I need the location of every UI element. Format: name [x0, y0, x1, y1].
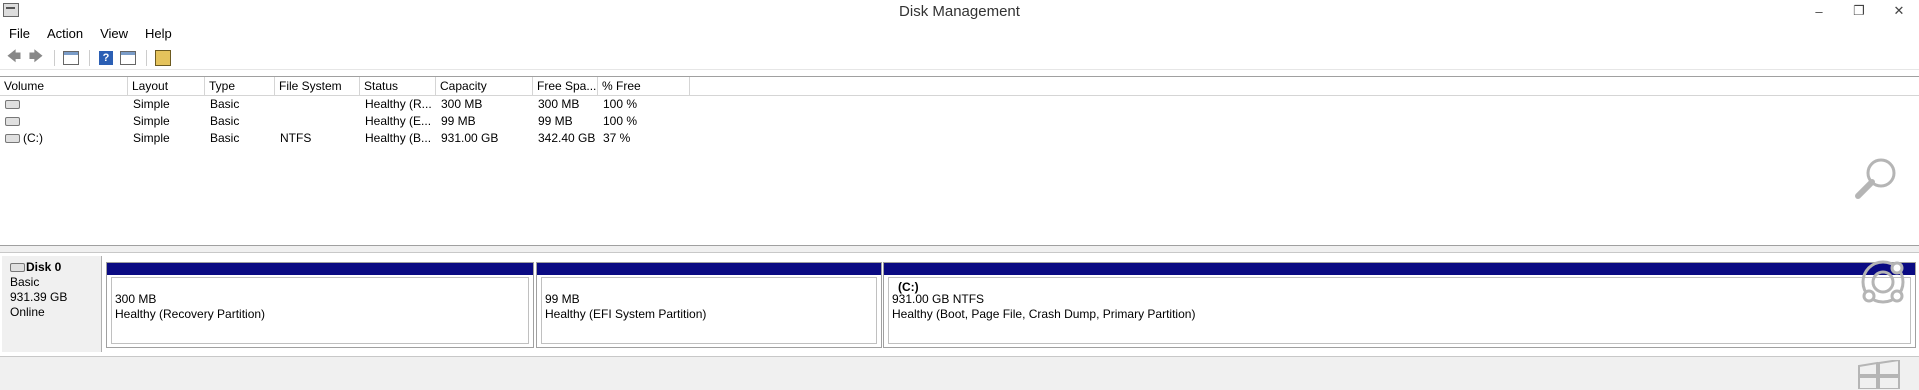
partition-bar	[107, 263, 533, 275]
status-cell: Healthy (B...	[365, 131, 432, 145]
menu-bar: File Action View Help	[0, 24, 1919, 44]
layout-cell: Simple	[133, 131, 170, 145]
windows-logo-icon	[1858, 360, 1900, 389]
partition-body: (C:) 931.00 GB NTFS Healthy (Boot, Page …	[888, 277, 1911, 344]
close-button[interactable]: ✕	[1879, 0, 1919, 22]
disk-map: Disk 0 Basic 931.39 GB Online 300 MB Hea…	[0, 253, 1919, 355]
column-file-system[interactable]: File System	[275, 77, 360, 95]
partition-name: (C:)	[898, 280, 919, 294]
percent-free-cell: 100 %	[603, 114, 638, 128]
partition-strip: 300 MB Healthy (Recovery Partition) 99 M…	[104, 262, 1916, 350]
drive-icon	[5, 117, 20, 127]
title-bar: Disk Management – ❐ ✕	[0, 0, 1919, 24]
column-type[interactable]: Type	[205, 77, 275, 95]
toolbar-separator	[89, 49, 90, 66]
column-volume[interactable]: Volume	[0, 77, 128, 95]
column-percent-free[interactable]: % Free	[598, 77, 690, 95]
type-cell: Basic	[210, 114, 240, 128]
percent-free-cell: 37 %	[603, 131, 631, 145]
free-space-cell: 300 MB	[538, 97, 580, 111]
forward-icon[interactable]: 🡆	[26, 48, 46, 67]
disk-name-text: Disk 0	[26, 260, 62, 274]
file-system-cell	[275, 96, 360, 113]
pane-splitter[interactable]	[0, 246, 1919, 253]
volume-cell: (C:)	[0, 130, 128, 147]
partition-size: 931.00 GB NTFS	[892, 292, 985, 306]
partition-status: Healthy (Recovery Partition)	[115, 307, 266, 321]
capacity-cell: 931.00 GB	[441, 131, 499, 145]
table-row[interactable]: (C:) Simple Basic NTFS Healthy (B... 931…	[0, 130, 1919, 147]
menu-file[interactable]: File	[0, 24, 38, 44]
disk-info[interactable]: Disk 0 Basic 931.39 GB Online	[2, 256, 102, 352]
layout-cell: Simple	[133, 114, 170, 128]
free-space-cell: 342.40 GB	[538, 131, 596, 145]
status-cell: Healthy (E...	[365, 114, 432, 128]
menu-help[interactable]: Help	[136, 24, 180, 44]
toolbar-separator	[54, 49, 55, 66]
partition-size: 300 MB	[115, 292, 157, 306]
column-layout[interactable]: Layout	[128, 77, 205, 95]
disk-type: Basic	[10, 275, 40, 289]
drive-icon	[5, 100, 20, 110]
disk-state: Online	[10, 305, 45, 319]
free-space-cell: 99 MB	[538, 114, 573, 128]
table-row[interactable]: Simple Basic Healthy (E... 99 MB 99 MB 1…	[0, 113, 1919, 130]
minimize-button[interactable]: –	[1799, 0, 1839, 22]
volume-name: (C:)	[23, 131, 43, 145]
type-cell: Basic	[210, 97, 240, 111]
type-cell: Basic	[210, 131, 240, 145]
back-icon[interactable]: 🡄	[4, 48, 24, 67]
status-bar	[0, 356, 1919, 390]
lifebuoy-icon	[1861, 260, 1905, 304]
volume-cell	[0, 96, 128, 113]
disk-name: Disk 0	[10, 260, 101, 275]
column-free-space[interactable]: Free Spa...	[533, 77, 598, 95]
volume-list-header: Volume Layout Type File System Status Ca…	[0, 77, 1919, 96]
partition-body: 300 MB Healthy (Recovery Partition)	[111, 277, 529, 344]
disk-icon	[10, 263, 25, 273]
magnifier-icon	[1855, 158, 1896, 199]
volume-cell	[0, 113, 128, 130]
partition-size: 99 MB	[545, 292, 580, 306]
volume-list: Volume Layout Type File System Status Ca…	[0, 76, 1919, 246]
window-controls: – ❐ ✕	[1799, 0, 1919, 22]
help-icon[interactable]: ?	[96, 49, 116, 67]
partition-status: Healthy (EFI System Partition)	[545, 307, 707, 321]
toolbar-separator	[146, 49, 147, 66]
column-capacity[interactable]: Capacity	[436, 77, 533, 95]
partition-efi[interactable]: 99 MB Healthy (EFI System Partition)	[536, 262, 882, 348]
column-status[interactable]: Status	[360, 77, 436, 95]
partition-c[interactable]: (C:) 931.00 GB NTFS Healthy (Boot, Page …	[883, 262, 1916, 348]
layout-cell: Simple	[133, 97, 170, 111]
partition-recovery[interactable]: 300 MB Healthy (Recovery Partition)	[106, 262, 534, 348]
properties-icon[interactable]	[153, 49, 173, 67]
restore-button[interactable]: ❐	[1839, 0, 1879, 22]
partition-status: Healthy (Boot, Page File, Crash Dump, Pr…	[892, 307, 1196, 321]
file-system-cell	[275, 113, 360, 130]
table-row[interactable]: Simple Basic Healthy (R... 300 MB 300 MB…	[0, 96, 1919, 113]
show-hide-console-tree-icon[interactable]	[61, 49, 81, 67]
status-cell: Healthy (R...	[365, 97, 432, 111]
toolbar: 🡄 🡆 ?	[0, 46, 1919, 70]
partition-bar	[884, 263, 1915, 275]
menu-view[interactable]: View	[91, 24, 136, 44]
layout-icon[interactable]	[118, 49, 138, 67]
percent-free-cell: 100 %	[603, 97, 638, 111]
disk-size: 931.39 GB	[10, 290, 68, 304]
drive-icon	[5, 134, 20, 144]
capacity-cell: 300 MB	[441, 97, 483, 111]
capacity-cell: 99 MB	[441, 114, 476, 128]
menu-action[interactable]: Action	[38, 24, 91, 44]
file-system-cell: NTFS	[280, 131, 312, 145]
partition-bar	[537, 263, 881, 275]
partition-body: 99 MB Healthy (EFI System Partition)	[541, 277, 877, 344]
window-title: Disk Management	[899, 3, 1020, 20]
